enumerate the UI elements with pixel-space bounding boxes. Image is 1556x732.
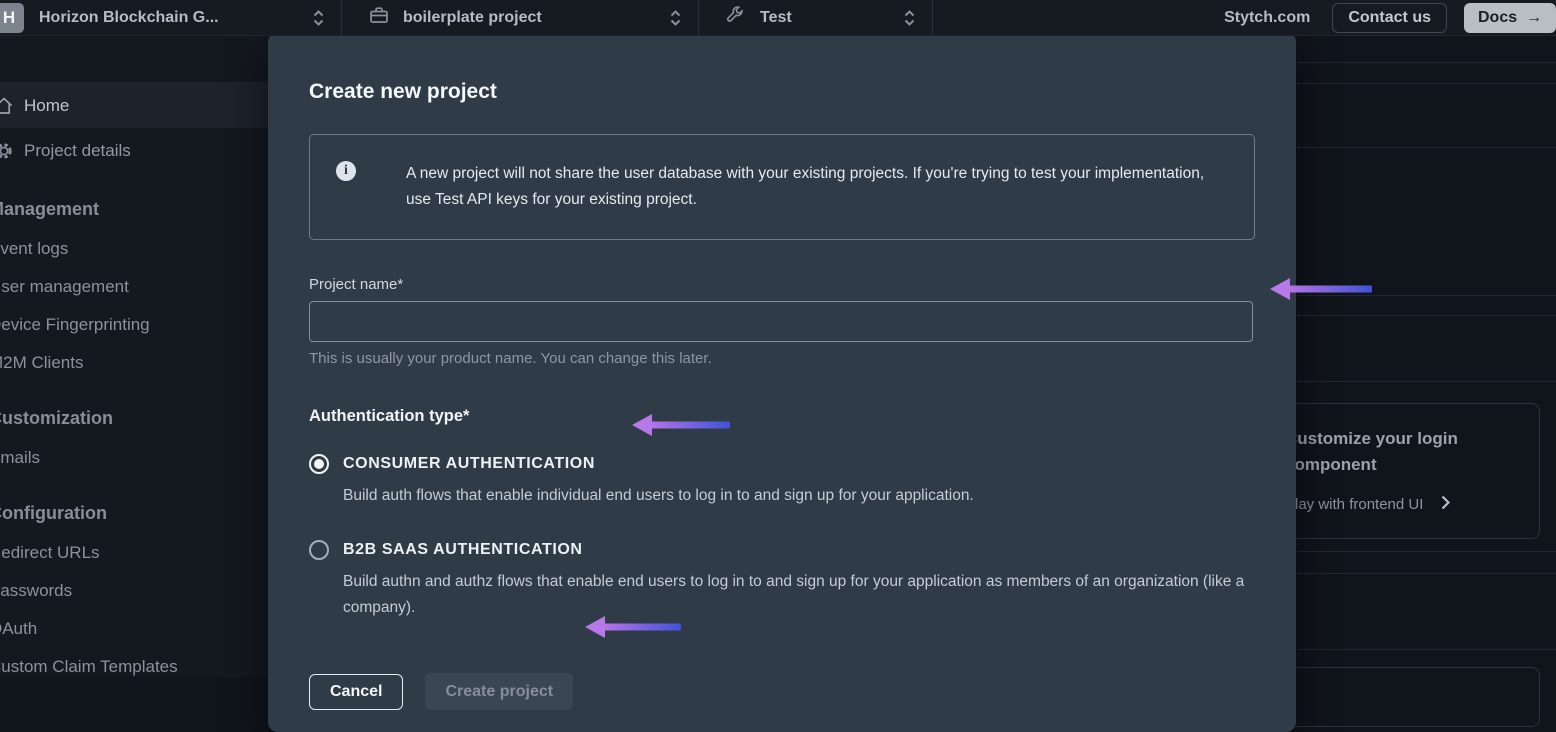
topbar-switchers: H Horizon Blockchain G... boilerplate pr…	[0, 0, 933, 35]
sidebar-item-m2m-clients[interactable]: M2M Clients	[0, 344, 268, 382]
divider	[1297, 83, 1556, 84]
radio-consumer-authentication[interactable]: CONSUMER AUTHENTICATION	[309, 454, 1255, 474]
info-text: A new project will not share the user da…	[406, 161, 1224, 213]
auth-type-label: Authentication type*	[309, 407, 1255, 426]
briefcase-icon	[368, 4, 390, 31]
sidebar-item-oauth[interactable]: OAuth	[0, 610, 268, 648]
sidebar-item-custom-claim-templates[interactable]: Custom Claim Templates	[0, 648, 268, 677]
docs-button[interactable]: Docs →	[1464, 3, 1556, 33]
radio-unselected-icon[interactable]	[309, 540, 329, 560]
sidebar-item-label: Home	[24, 96, 69, 116]
docs-button-label: Docs	[1478, 9, 1517, 27]
divider	[1297, 381, 1556, 382]
dimmed-page-background: Customize your login component Play with…	[1297, 36, 1556, 677]
divider	[1297, 147, 1556, 148]
radio-b2b-saas-authentication[interactable]: B2B SAAS AUTHENTICATION	[309, 540, 1255, 560]
sidebar-top-rule	[0, 36, 268, 83]
chevron-updown-icon	[312, 9, 325, 27]
divider	[1297, 649, 1556, 650]
project-name-input[interactable]	[309, 301, 1253, 342]
sidebar-nav: Home Project details Management Event lo…	[0, 36, 268, 677]
modal-title: Create new project	[309, 80, 1255, 104]
environment-switcher[interactable]: Test	[699, 0, 932, 35]
cancel-button[interactable]: Cancel	[309, 674, 403, 710]
sidebar-section-configuration: Configuration	[0, 503, 268, 524]
divider	[1297, 315, 1556, 316]
sidebar-item-project-details[interactable]: Project details	[0, 128, 268, 173]
radio-description: Build auth flows that enable individual …	[343, 483, 1249, 509]
wrench-icon	[725, 4, 747, 31]
divider	[932, 0, 933, 35]
chevron-updown-icon	[669, 9, 682, 27]
info-icon: i	[336, 161, 356, 181]
project-name-label: Project name*	[309, 276, 1255, 293]
sidebar-item-emails[interactable]: Emails	[0, 439, 268, 477]
sidebar-section-management: Management	[0, 199, 268, 220]
divider	[1297, 295, 1556, 296]
info-callout: i A new project will not share the user …	[309, 134, 1255, 240]
top-bar: H Horizon Blockchain G... boilerplate pr…	[0, 0, 1556, 36]
project-switcher[interactable]: boilerplate project	[342, 0, 698, 35]
background-card-partial	[1272, 667, 1540, 727]
contact-us-button[interactable]: Contact us	[1332, 3, 1447, 33]
modal-button-row: Cancel Create project	[309, 673, 1255, 710]
stytch-com-link[interactable]: Stytch.com	[1224, 9, 1310, 27]
org-name: Horizon Blockchain G...	[39, 9, 219, 27]
arrow-right-icon: →	[1526, 9, 1542, 27]
divider	[1297, 62, 1556, 63]
sidebar-item-passwords[interactable]: Passwords	[0, 572, 268, 610]
customize-login-card: Customize your login component Play with…	[1272, 403, 1540, 539]
project-name-helper: This is usually your product name. You c…	[309, 350, 1255, 367]
chevron-updown-icon	[903, 9, 916, 27]
create-project-modal: Create new project i A new project will …	[268, 32, 1296, 732]
topbar-actions: Stytch.com Contact us Docs →	[1224, 0, 1556, 35]
sidebar-section-customization: Customization	[0, 408, 268, 429]
divider	[1297, 551, 1556, 552]
radio-description: Build authn and authz flows that enable …	[343, 569, 1249, 621]
frontend-ui-link[interactable]: Play with frontend UI	[1285, 495, 1527, 514]
org-switcher[interactable]: H Horizon Blockchain G...	[0, 0, 341, 35]
divider	[1297, 573, 1556, 574]
sidebar-item-redirect-urls[interactable]: Redirect URLs	[0, 534, 268, 572]
sidebar-item-label: Project details	[24, 141, 131, 161]
sidebar-item-user-management[interactable]: User management	[0, 268, 268, 306]
sidebar-item-event-logs[interactable]: Event logs	[0, 230, 268, 268]
chevron-right-icon	[1441, 495, 1450, 514]
radio-label: B2B SAAS AUTHENTICATION	[343, 541, 583, 559]
sidebar-item-device-fingerprinting[interactable]: Device Fingerprinting	[0, 306, 268, 344]
gear-icon	[0, 141, 14, 161]
card-title: Customize your login component	[1285, 426, 1495, 478]
radio-selected-icon[interactable]	[309, 454, 329, 474]
create-project-button[interactable]: Create project	[425, 673, 573, 710]
radio-label: CONSUMER AUTHENTICATION	[343, 455, 595, 473]
project-name: boilerplate project	[403, 9, 542, 27]
sidebar-item-home[interactable]: Home	[0, 83, 268, 128]
org-avatar: H	[0, 3, 24, 33]
home-icon	[0, 96, 14, 116]
environment-name: Test	[760, 9, 792, 27]
frontend-ui-link-label: Play with frontend UI	[1285, 496, 1423, 513]
